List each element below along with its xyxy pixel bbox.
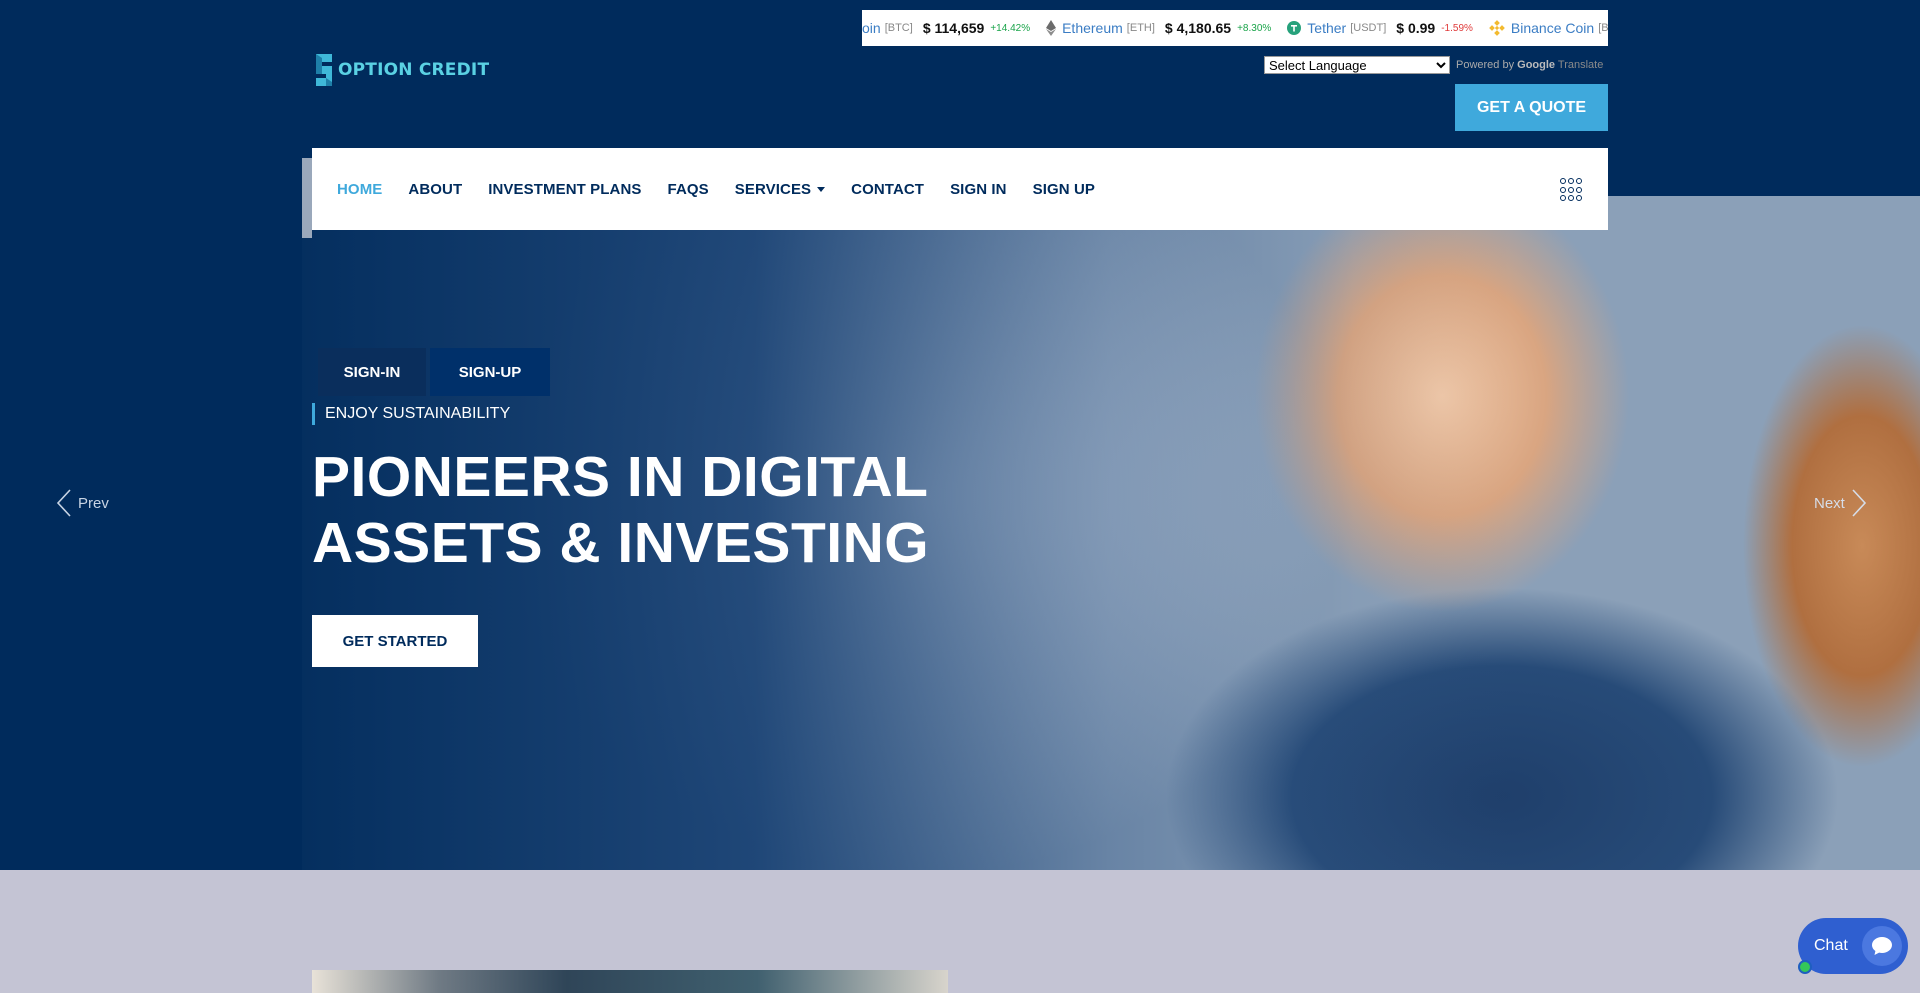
- caret-down-icon: [817, 187, 826, 193]
- nav-sign-in[interactable]: SIGN IN: [950, 181, 1007, 198]
- google-translate-credit: Powered by Google Translate: [1456, 59, 1603, 71]
- nav-shadow: [302, 158, 312, 238]
- about-image: [312, 970, 948, 993]
- ticker-symbol: [BN: [1598, 22, 1608, 34]
- ticker-price: $ 0.99: [1396, 20, 1436, 36]
- crypto-ticker: oin [BTC] $ 114,659 +14.42% Ethereum [ET…: [862, 10, 1608, 46]
- ticker-change: -1.59%: [1441, 22, 1473, 34]
- ticker-name-tail: oin: [862, 20, 881, 36]
- next-label: Next: [1814, 494, 1845, 512]
- ticker-item-eth[interactable]: Ethereum [ETH] $ 4,180.65 +8.30%: [1046, 20, 1271, 36]
- hero-image: [1602, 196, 1920, 392]
- get-a-quote-button[interactable]: GET A QUOTE: [1455, 84, 1608, 131]
- main-nav: HOME ABOUT INVESTMENT PLANS FAQS SERVICE…: [312, 148, 1608, 230]
- chat-widget[interactable]: Chat: [1798, 918, 1908, 974]
- binance-icon: [1489, 20, 1505, 36]
- ethereum-icon: [1046, 20, 1057, 36]
- ticker-item-btc[interactable]: oin [BTC] $ 114,659 +14.42%: [862, 20, 1030, 36]
- nav-sign-up[interactable]: SIGN UP: [1033, 181, 1095, 198]
- hero-headline-line2: ASSETS & INVESTING: [312, 511, 930, 575]
- logo-text: OPTION CREDIT: [338, 60, 490, 80]
- about-section: [0, 870, 1920, 993]
- ticker-item-usdt[interactable]: Tether [USDT] $ 0.99 -1.59%: [1287, 20, 1473, 36]
- grid-menu-icon[interactable]: [1560, 178, 1584, 202]
- slider-prev[interactable]: Prev: [56, 488, 109, 518]
- ticker-name: Ethereum: [1062, 20, 1123, 36]
- language-selector: Select Language Powered by Google Transl…: [1264, 56, 1603, 74]
- get-started-button[interactable]: GET STARTED: [312, 615, 478, 667]
- nav-services[interactable]: SERVICES: [734, 180, 826, 198]
- nav-faqs[interactable]: FAQS: [668, 181, 709, 198]
- ticker-item-bnb[interactable]: Binance Coin [BN: [1489, 20, 1608, 36]
- hero-sign-in-button[interactable]: SIGN-IN: [318, 348, 426, 396]
- ticker-price: $ 4,180.65: [1164, 20, 1232, 36]
- hero-auth-buttons: SIGN-IN SIGN-UP: [318, 348, 550, 396]
- slider-next[interactable]: Next: [1814, 488, 1867, 518]
- chat-label: Chat: [1814, 937, 1848, 954]
- ticker-change: +14.42%: [990, 22, 1031, 34]
- google-logo: Google: [1517, 59, 1556, 71]
- nav-services-label: SERVICES: [734, 180, 812, 198]
- ticker-symbol: [USDT]: [1350, 22, 1387, 34]
- ticker-change: +8.30%: [1237, 22, 1272, 34]
- language-select[interactable]: Select Language: [1264, 56, 1450, 74]
- chevron-right-icon: [1852, 489, 1866, 517]
- hero-headline-line1: PIONEERS IN DIGITAL: [312, 445, 929, 509]
- chat-bubble-icon: [1862, 926, 1902, 966]
- brand-logo[interactable]: OPTION CREDIT: [312, 52, 489, 88]
- nav-contact[interactable]: CONTACT: [851, 181, 924, 198]
- translate-link[interactable]: Translate: [1558, 59, 1603, 71]
- ticker-name: Tether: [1307, 20, 1347, 36]
- logo-icon: [312, 52, 336, 88]
- hero-tagline: ENJOY SUSTAINABILITY: [312, 403, 510, 425]
- ticker-symbol: [ETH]: [1126, 22, 1155, 34]
- online-status-dot: [1798, 960, 1812, 974]
- ticker-name: Binance Coin: [1510, 20, 1595, 36]
- chevron-left-icon: [56, 489, 71, 517]
- nav-investment-plans[interactable]: INVESTMENT PLANS: [488, 181, 641, 198]
- prev-label: Prev: [78, 494, 109, 512]
- powered-by-label: Powered by: [1456, 59, 1515, 71]
- nav-home[interactable]: HOME: [337, 181, 382, 198]
- ticker-price: $ 114,659: [922, 20, 985, 36]
- ticker-symbol: [BTC]: [884, 22, 913, 34]
- hero-headline: PIONEERS IN DIGITAL ASSETS & INVESTING: [312, 444, 952, 576]
- tether-icon: [1287, 21, 1302, 35]
- hero-sign-up-button[interactable]: SIGN-UP: [430, 348, 550, 396]
- nav-about[interactable]: ABOUT: [408, 181, 462, 198]
